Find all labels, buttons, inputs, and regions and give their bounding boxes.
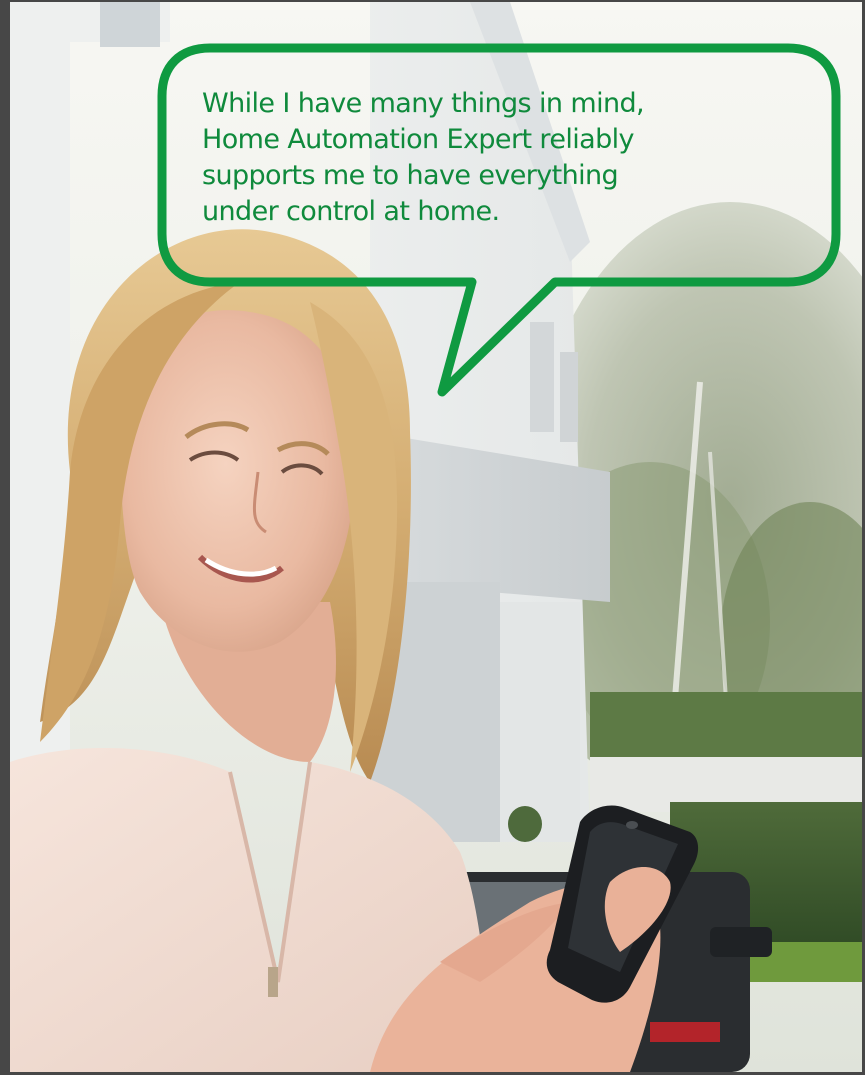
photo-frame: While I have many things in mind, Home A… bbox=[0, 0, 865, 1075]
quote-line-2: Home Automation Expert reliably bbox=[202, 124, 635, 155]
speech-bubble-text: While I have many things in mind, Home A… bbox=[202, 86, 802, 230]
quote-line-3: supports me to have everything bbox=[202, 160, 619, 191]
quote-line-4: under control at home. bbox=[202, 196, 500, 227]
quote-line-1: While I have many things in mind, bbox=[202, 88, 645, 119]
